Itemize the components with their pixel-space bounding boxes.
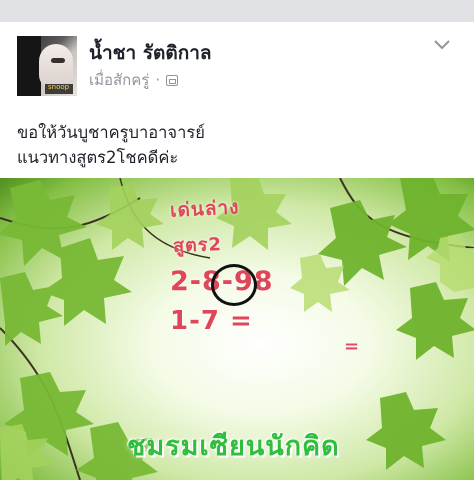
- avatar[interactable]: snoop: [17, 36, 77, 96]
- circled-digit-marker: [211, 264, 257, 306]
- post-text-line: ขอให้วันบูชาครูบาอาจารย์: [17, 123, 205, 142]
- post-message: ขอให้วันบูชาครูบาอาจารย์ แนวทางสูตร2โชคด…: [17, 120, 457, 170]
- post-meta: เมื่อสักครู่ ·: [89, 70, 179, 90]
- handwritten-line-pair: 1-7 =: [170, 306, 253, 336]
- chevron-down-icon[interactable]: [433, 38, 451, 52]
- post-text-line: แนวทางสูตร2โชคดีค่ะ: [17, 148, 179, 167]
- post-header: snoop น้ำชา รัตติกาล เมื่อสักครู่ ·: [17, 36, 457, 100]
- feed-post: snoop น้ำชา รัตติกาล เมื่อสักครู่ · ขอให…: [0, 22, 474, 480]
- post-timestamp[interactable]: เมื่อสักครู่: [89, 70, 149, 90]
- handwritten-equals: =: [344, 336, 361, 357]
- meta-separator: ·: [155, 71, 161, 89]
- club-name-watermark: ชมรมเซียนนักคิด: [127, 431, 340, 462]
- public-globe-icon[interactable]: [166, 74, 179, 86]
- post-photo[interactable]: เด่นล่าง สูตร2 2-8-98 1-7 = = ชมรมเซียนน…: [0, 178, 474, 480]
- handwritten-line-title: เด่นล่าง: [169, 196, 240, 222]
- author-name[interactable]: น้ำชา รัตติกาล: [89, 40, 212, 66]
- handwritten-line-formula: สูตร2: [172, 234, 223, 257]
